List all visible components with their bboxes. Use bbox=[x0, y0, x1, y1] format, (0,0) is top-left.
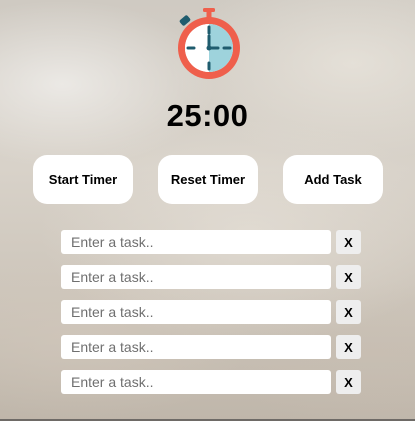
task-row: X bbox=[61, 335, 362, 359]
reset-timer-button[interactable]: Reset Timer bbox=[158, 155, 258, 204]
remove-task-button[interactable]: X bbox=[336, 265, 361, 289]
task-row: X bbox=[61, 370, 362, 394]
start-timer-button[interactable]: Start Timer bbox=[33, 155, 133, 204]
add-task-button[interactable]: Add Task bbox=[283, 155, 383, 204]
task-input[interactable] bbox=[61, 265, 331, 289]
task-row: X bbox=[61, 265, 362, 289]
app-root: 25:00 Start Timer Reset Timer Add Task X… bbox=[0, 0, 415, 421]
timer-display: 25:00 bbox=[166, 98, 249, 133]
remove-task-button[interactable]: X bbox=[336, 230, 361, 254]
task-input[interactable] bbox=[61, 370, 331, 394]
task-row: X bbox=[61, 300, 362, 324]
task-input[interactable] bbox=[61, 300, 331, 324]
task-row: X bbox=[61, 230, 362, 254]
remove-task-button[interactable]: X bbox=[336, 370, 361, 394]
task-input[interactable] bbox=[61, 335, 331, 359]
task-input[interactable] bbox=[61, 230, 331, 254]
remove-task-button[interactable]: X bbox=[336, 335, 361, 359]
stopwatch-icon bbox=[178, 8, 240, 79]
remove-task-button[interactable]: X bbox=[336, 300, 361, 324]
